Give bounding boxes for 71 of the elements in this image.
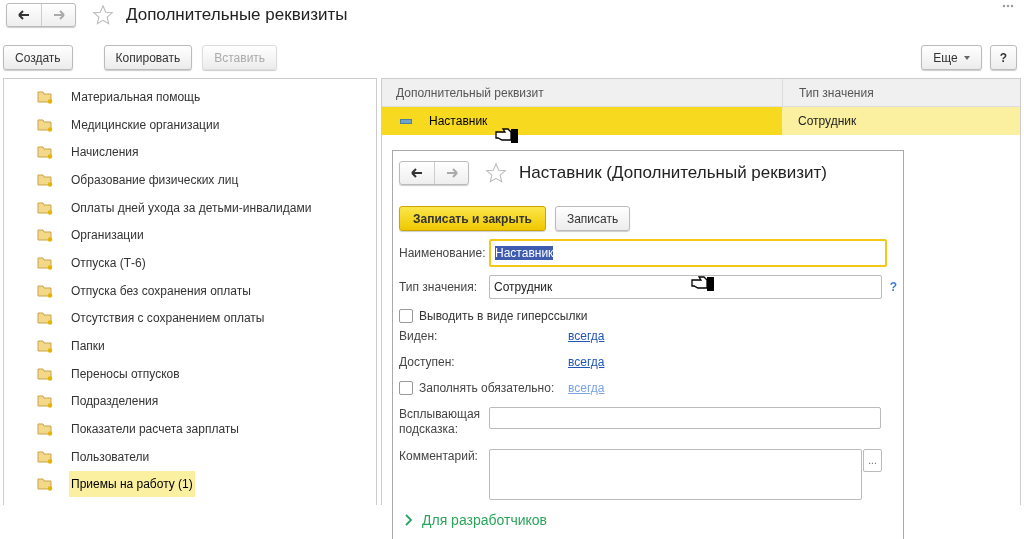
chevron-icon xyxy=(405,514,413,526)
group-item[interactable]: Отпуска (Т-6) xyxy=(69,249,148,276)
table-cell: Сотрудник xyxy=(782,107,1020,135)
window-title: Дополнительные реквизиты xyxy=(126,5,348,25)
folder-icon xyxy=(37,145,53,160)
back-arrow-icon xyxy=(18,10,30,20)
field-label: Всплывающая подсказка: xyxy=(399,407,482,437)
folder-icon xyxy=(37,366,53,381)
folder-icon xyxy=(37,311,53,326)
type-field[interactable]: Сотрудник xyxy=(489,275,882,299)
group-item[interactable]: Пользователи xyxy=(69,443,152,470)
group-item[interactable]: Отпуска без сохранения оплаты xyxy=(69,277,253,304)
folder-icon xyxy=(37,283,53,298)
group-item[interactable]: Медицинские организации xyxy=(69,111,222,138)
back-arrow-icon xyxy=(411,168,423,178)
more-button[interactable]: Еще xyxy=(921,45,982,70)
star-icon[interactable] xyxy=(92,4,114,26)
dialog-title: Наставник (Дополнительный реквизит) xyxy=(519,163,827,183)
checkbox[interactable] xyxy=(399,309,413,323)
folder-icon xyxy=(37,394,53,409)
folder-icon xyxy=(37,422,53,437)
folder-icon xyxy=(37,449,53,464)
group-item[interactable]: Отсутствия с сохранением оплаты xyxy=(69,305,267,332)
group-item[interactable]: Организации xyxy=(69,222,146,249)
folder-icon xyxy=(37,339,53,354)
link[interactable]: всегда xyxy=(568,355,605,369)
group-item[interactable]: Материальная помощь xyxy=(69,83,203,110)
hand-cursor-icon xyxy=(690,274,716,292)
group-item[interactable]: Образование физических лиц xyxy=(69,166,241,193)
checkbox-label: Заполнять обязательно: xyxy=(419,381,555,395)
forward-arrow-icon xyxy=(52,10,65,20)
hand-cursor-icon xyxy=(494,126,520,144)
ellipsis-button[interactable]: ... xyxy=(863,449,882,472)
folder-icon xyxy=(37,200,53,215)
toolbar-button[interactable]: Копировать xyxy=(103,45,193,70)
column-header[interactable]: Дополнительный реквизит xyxy=(382,79,782,106)
group-item[interactable]: Показатели расчета зарплаты xyxy=(69,416,241,443)
group-item[interactable]: Начисления xyxy=(69,139,141,166)
help-link[interactable]: ? xyxy=(889,280,897,294)
caret-icon xyxy=(963,55,970,60)
link[interactable]: всегда xyxy=(568,329,605,343)
comment-field[interactable] xyxy=(489,449,862,500)
field-label: Доступен: xyxy=(399,355,455,369)
folder-icon xyxy=(37,172,53,187)
name-field[interactable]: Наставник xyxy=(489,239,887,267)
folder-icon xyxy=(37,228,53,243)
more-icon[interactable] xyxy=(1002,4,1014,8)
table-cell: Наставник xyxy=(429,114,488,128)
toolbar-button[interactable]: Создать xyxy=(3,45,73,70)
group-item[interactable]: Подразделения xyxy=(69,388,161,415)
folder-icon xyxy=(37,477,53,492)
folder-icon xyxy=(37,117,53,132)
field-label: Комментарий: xyxy=(399,449,479,463)
group-item[interactable]: Переносы отпусков xyxy=(69,360,182,387)
star-icon[interactable] xyxy=(485,162,507,184)
tooltip-field[interactable] xyxy=(489,407,881,429)
group-item[interactable]: Приемы на работу (1) xyxy=(69,471,195,498)
forward-arrow-icon xyxy=(445,168,458,178)
field-label: Наименование: xyxy=(399,246,487,260)
group-item[interactable]: Оплаты дней ухода за детьми-инвалидами xyxy=(69,194,314,221)
help-button[interactable]: ? xyxy=(989,45,1017,70)
item-icon xyxy=(400,118,412,124)
group-item[interactable]: Папки xyxy=(69,333,107,360)
save-and-close-button[interactable]: Записать и закрыть xyxy=(399,206,546,231)
folder-icon xyxy=(37,89,53,104)
checkbox-label: Выводить в виде гиперссылки xyxy=(419,309,588,323)
column-header[interactable]: Тип значения xyxy=(782,79,1020,106)
folder-icon xyxy=(37,255,53,270)
field-label: Виден: xyxy=(399,329,438,343)
field-label: Тип значения: xyxy=(399,280,478,294)
save-button[interactable]: Записать xyxy=(554,206,631,231)
